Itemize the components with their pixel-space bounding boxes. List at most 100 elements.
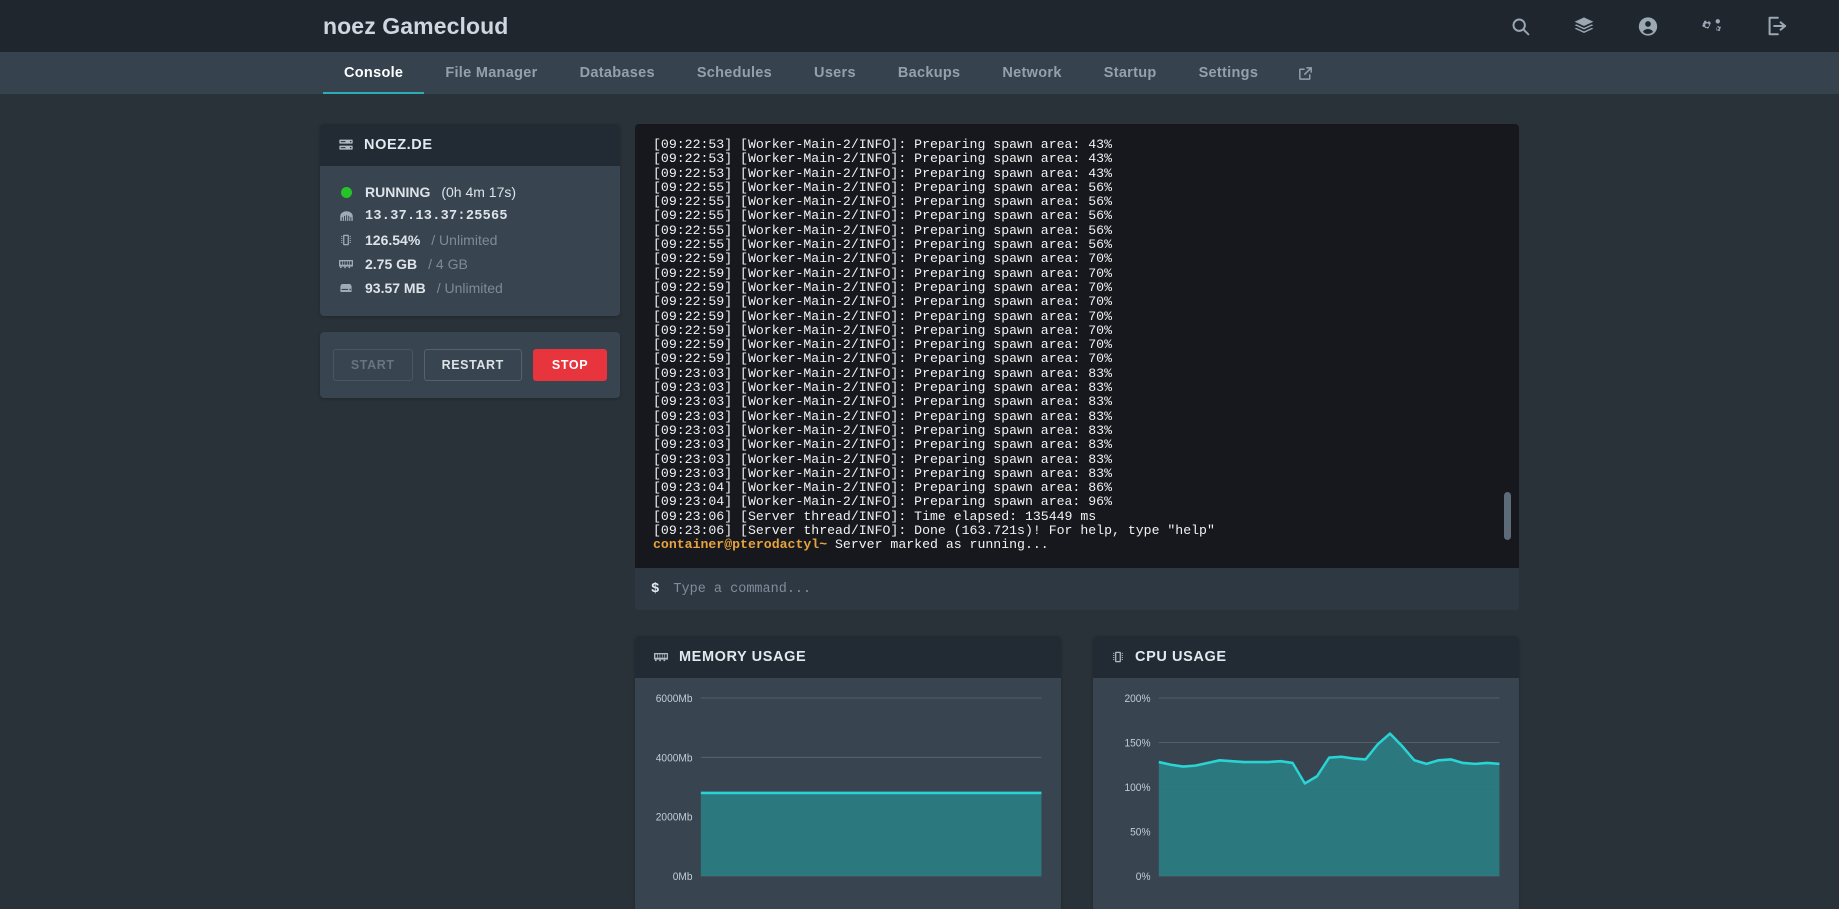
console-log-line: [09:22:55] [Worker-Main-2/INFO]: Prepari… [653, 194, 1112, 210]
memory-usage-chart: 0Mb 2000Mb 4000Mb 6000Mb [656, 693, 1042, 883]
console-log-line: [09:22:55] [Worker-Main-2/INFO]: Prepari… [653, 179, 1112, 195]
memory-usage-limit: / 4 GB [428, 256, 468, 272]
tab-file-manager[interactable]: File Manager [424, 52, 558, 94]
account-icon[interactable] [1637, 15, 1659, 37]
console-log-line: [09:23:03] [Worker-Main-2/INFO]: Prepari… [653, 422, 1112, 438]
tab-users[interactable]: Users [793, 52, 877, 94]
server-cpu-row: 126.54% / Unlimited [338, 228, 602, 252]
console-log-line: [09:22:59] [Worker-Main-2/INFO]: Prepari… [653, 351, 1112, 367]
console-log-line: [09:22:53] [Worker-Main-2/INFO]: Prepari… [653, 151, 1112, 167]
power-controls-card: START RESTART STOP [320, 332, 620, 398]
server-status-row: RUNNING (0h 4m 17s) [338, 180, 602, 204]
disk-usage-limit: / Unlimited [436, 280, 503, 296]
stop-button[interactable]: STOP [532, 349, 608, 381]
server-info-body: RUNNING (0h 4m 17s) 13.37.13.37:25565 12… [320, 166, 620, 316]
console-running-line: container@pterodactyl~ Server marked as … [653, 538, 1501, 552]
app-brand-title: noez Gamecloud [323, 12, 509, 39]
server-uptime: (0h 4m 17s) [441, 184, 517, 200]
console-running-message: Server marked as running... [827, 537, 1049, 553]
status-badge: RUNNING [365, 184, 431, 200]
status-dot-icon [338, 184, 354, 200]
console-log-line: [09:22:53] [Worker-Main-2/INFO]: Prepari… [653, 137, 1112, 152]
console-log-line: [09:22:59] [Worker-Main-2/INFO]: Prepari… [653, 294, 1112, 310]
server-rack-icon [338, 137, 354, 153]
console-log-line: [09:22:59] [Worker-Main-2/INFO]: Prepari… [653, 265, 1112, 281]
cpu-usage-chart: 0% 50% 100% 150% 200% [1125, 693, 1500, 883]
memory-usage-chart-card: MEMORY USAGE 0Mb 2000Mb 4000Mb 6000Mb [635, 636, 1061, 909]
tab-backups[interactable]: Backups [877, 52, 982, 94]
cpu-icon [1111, 649, 1125, 665]
layers-icon[interactable] [1573, 15, 1595, 37]
console-log-line: [09:23:03] [Worker-Main-2/INFO]: Prepari… [653, 465, 1112, 481]
console-log-line: [09:22:59] [Worker-Main-2/INFO]: Prepari… [653, 279, 1112, 295]
server-sidebar: NOEZ.DE RUNNING (0h 4m 17s) 13.37.13.37:… [320, 124, 620, 909]
console-log-line: [09:22:55] [Worker-Main-2/INFO]: Prepari… [653, 222, 1112, 238]
server-name: NOEZ.DE [364, 137, 433, 153]
console-log-line: [09:22:59] [Worker-Main-2/INFO]: Prepari… [653, 322, 1112, 338]
console-output-panel[interactable]: [09:22:53] [Worker-Main-2/INFO]: Prepari… [635, 124, 1519, 568]
y-axis-tick-label: 200% [1125, 693, 1152, 705]
console-log-line: [09:22:59] [Worker-Main-2/INFO]: Prepari… [653, 251, 1112, 267]
tab-startup[interactable]: Startup [1083, 52, 1178, 94]
console-log-line: [09:23:03] [Worker-Main-2/INFO]: Prepari… [653, 408, 1112, 424]
y-axis-tick-label: 100% [1125, 782, 1152, 794]
ram-icon [653, 649, 669, 665]
settings-gears-icon[interactable] [1701, 15, 1723, 37]
console-and-charts: [09:22:53] [Worker-Main-2/INFO]: Prepari… [635, 124, 1519, 909]
server-info-header: NOEZ.DE [320, 124, 620, 166]
y-axis-tick-label: 0% [1136, 871, 1151, 883]
console-log-line: [09:23:03] [Worker-Main-2/INFO]: Prepari… [653, 380, 1112, 396]
header-icon-group [1509, 15, 1805, 37]
cpu-icon [338, 232, 354, 248]
console-log-line: [09:23:03] [Worker-Main-2/INFO]: Prepari… [653, 437, 1112, 453]
page-content: NOEZ.DE RUNNING (0h 4m 17s) 13.37.13.37:… [0, 94, 1839, 909]
y-axis-tick-label: 150% [1125, 737, 1152, 749]
y-axis-tick-label: 0Mb [673, 871, 693, 883]
tab-console[interactable]: Console [323, 52, 425, 94]
console-container-prompt: container@pterodactyl~ [653, 537, 828, 553]
console-scrollbar[interactable] [1504, 492, 1511, 540]
console-log-line: [09:22:55] [Worker-Main-2/INFO]: Prepari… [653, 208, 1112, 224]
cpu-chart-title: CPU USAGE [1135, 649, 1227, 665]
server-address: 13.37.13.37:25565 [365, 208, 508, 224]
memory-usage-value: 2.75 GB [365, 256, 418, 272]
console-log-line: [09:23:04] [Worker-Main-2/INFO]: Prepari… [653, 494, 1112, 510]
tab-databases[interactable]: Databases [559, 52, 676, 94]
external-link-icon[interactable] [1279, 52, 1332, 94]
console-log-line: [09:22:53] [Worker-Main-2/INFO]: Prepari… [653, 165, 1112, 181]
cpu-usage-chart-card: CPU USAGE 0% 50% 100% 150% 200% [1093, 636, 1519, 909]
y-axis-tick-label: 4000Mb [656, 752, 693, 764]
tab-schedules[interactable]: Schedules [676, 52, 793, 94]
tab-settings[interactable]: Settings [1178, 52, 1280, 94]
top-header-bar: noez Gamecloud [0, 0, 1839, 52]
y-axis-tick-label: 2000Mb [656, 811, 693, 823]
memory-chart-header: MEMORY USAGE [635, 636, 1061, 678]
search-icon[interactable] [1509, 15, 1531, 37]
hard-drive-icon [338, 280, 354, 296]
command-prompt-symbol: $ [651, 581, 660, 597]
console-log-line: [09:23:06] [Server thread/INFO]: Done (1… [653, 523, 1215, 539]
cpu-usage-value: 126.54% [365, 232, 421, 248]
console-log-line: [09:23:03] [Worker-Main-2/INFO]: Prepari… [653, 394, 1112, 410]
start-button[interactable]: START [332, 349, 413, 381]
ram-icon [338, 256, 354, 272]
usage-charts-row: MEMORY USAGE 0Mb 2000Mb 4000Mb 6000Mb CP… [635, 636, 1519, 909]
logout-icon[interactable] [1765, 15, 1787, 37]
command-input[interactable] [673, 581, 1503, 597]
restart-button[interactable]: RESTART [423, 349, 522, 381]
chart-area-fill [1158, 733, 1500, 876]
server-info-card: NOEZ.DE RUNNING (0h 4m 17s) 13.37.13.37:… [320, 124, 620, 316]
y-axis-tick-label: 50% [1130, 826, 1151, 838]
console-log-line: [09:22:59] [Worker-Main-2/INFO]: Prepari… [653, 337, 1112, 353]
ethernet-port-icon [338, 208, 354, 224]
chart-area-fill [700, 792, 1042, 876]
cpu-usage-limit: / Unlimited [431, 232, 498, 248]
cpu-chart-header: CPU USAGE [1093, 636, 1519, 678]
memory-chart-body: 0Mb 2000Mb 4000Mb 6000Mb [635, 678, 1061, 909]
console-log-line: [09:23:06] [Server thread/INFO]: Time el… [653, 508, 1097, 524]
server-nav-tabs: Console File Manager Databases Schedules… [0, 52, 1839, 94]
tab-network[interactable]: Network [981, 52, 1082, 94]
cpu-chart-body: 0% 50% 100% 150% 200% [1093, 678, 1519, 909]
console-log-line: [09:22:55] [Worker-Main-2/INFO]: Prepari… [653, 237, 1112, 253]
console-log-line: [09:23:04] [Worker-Main-2/INFO]: Prepari… [653, 480, 1112, 496]
